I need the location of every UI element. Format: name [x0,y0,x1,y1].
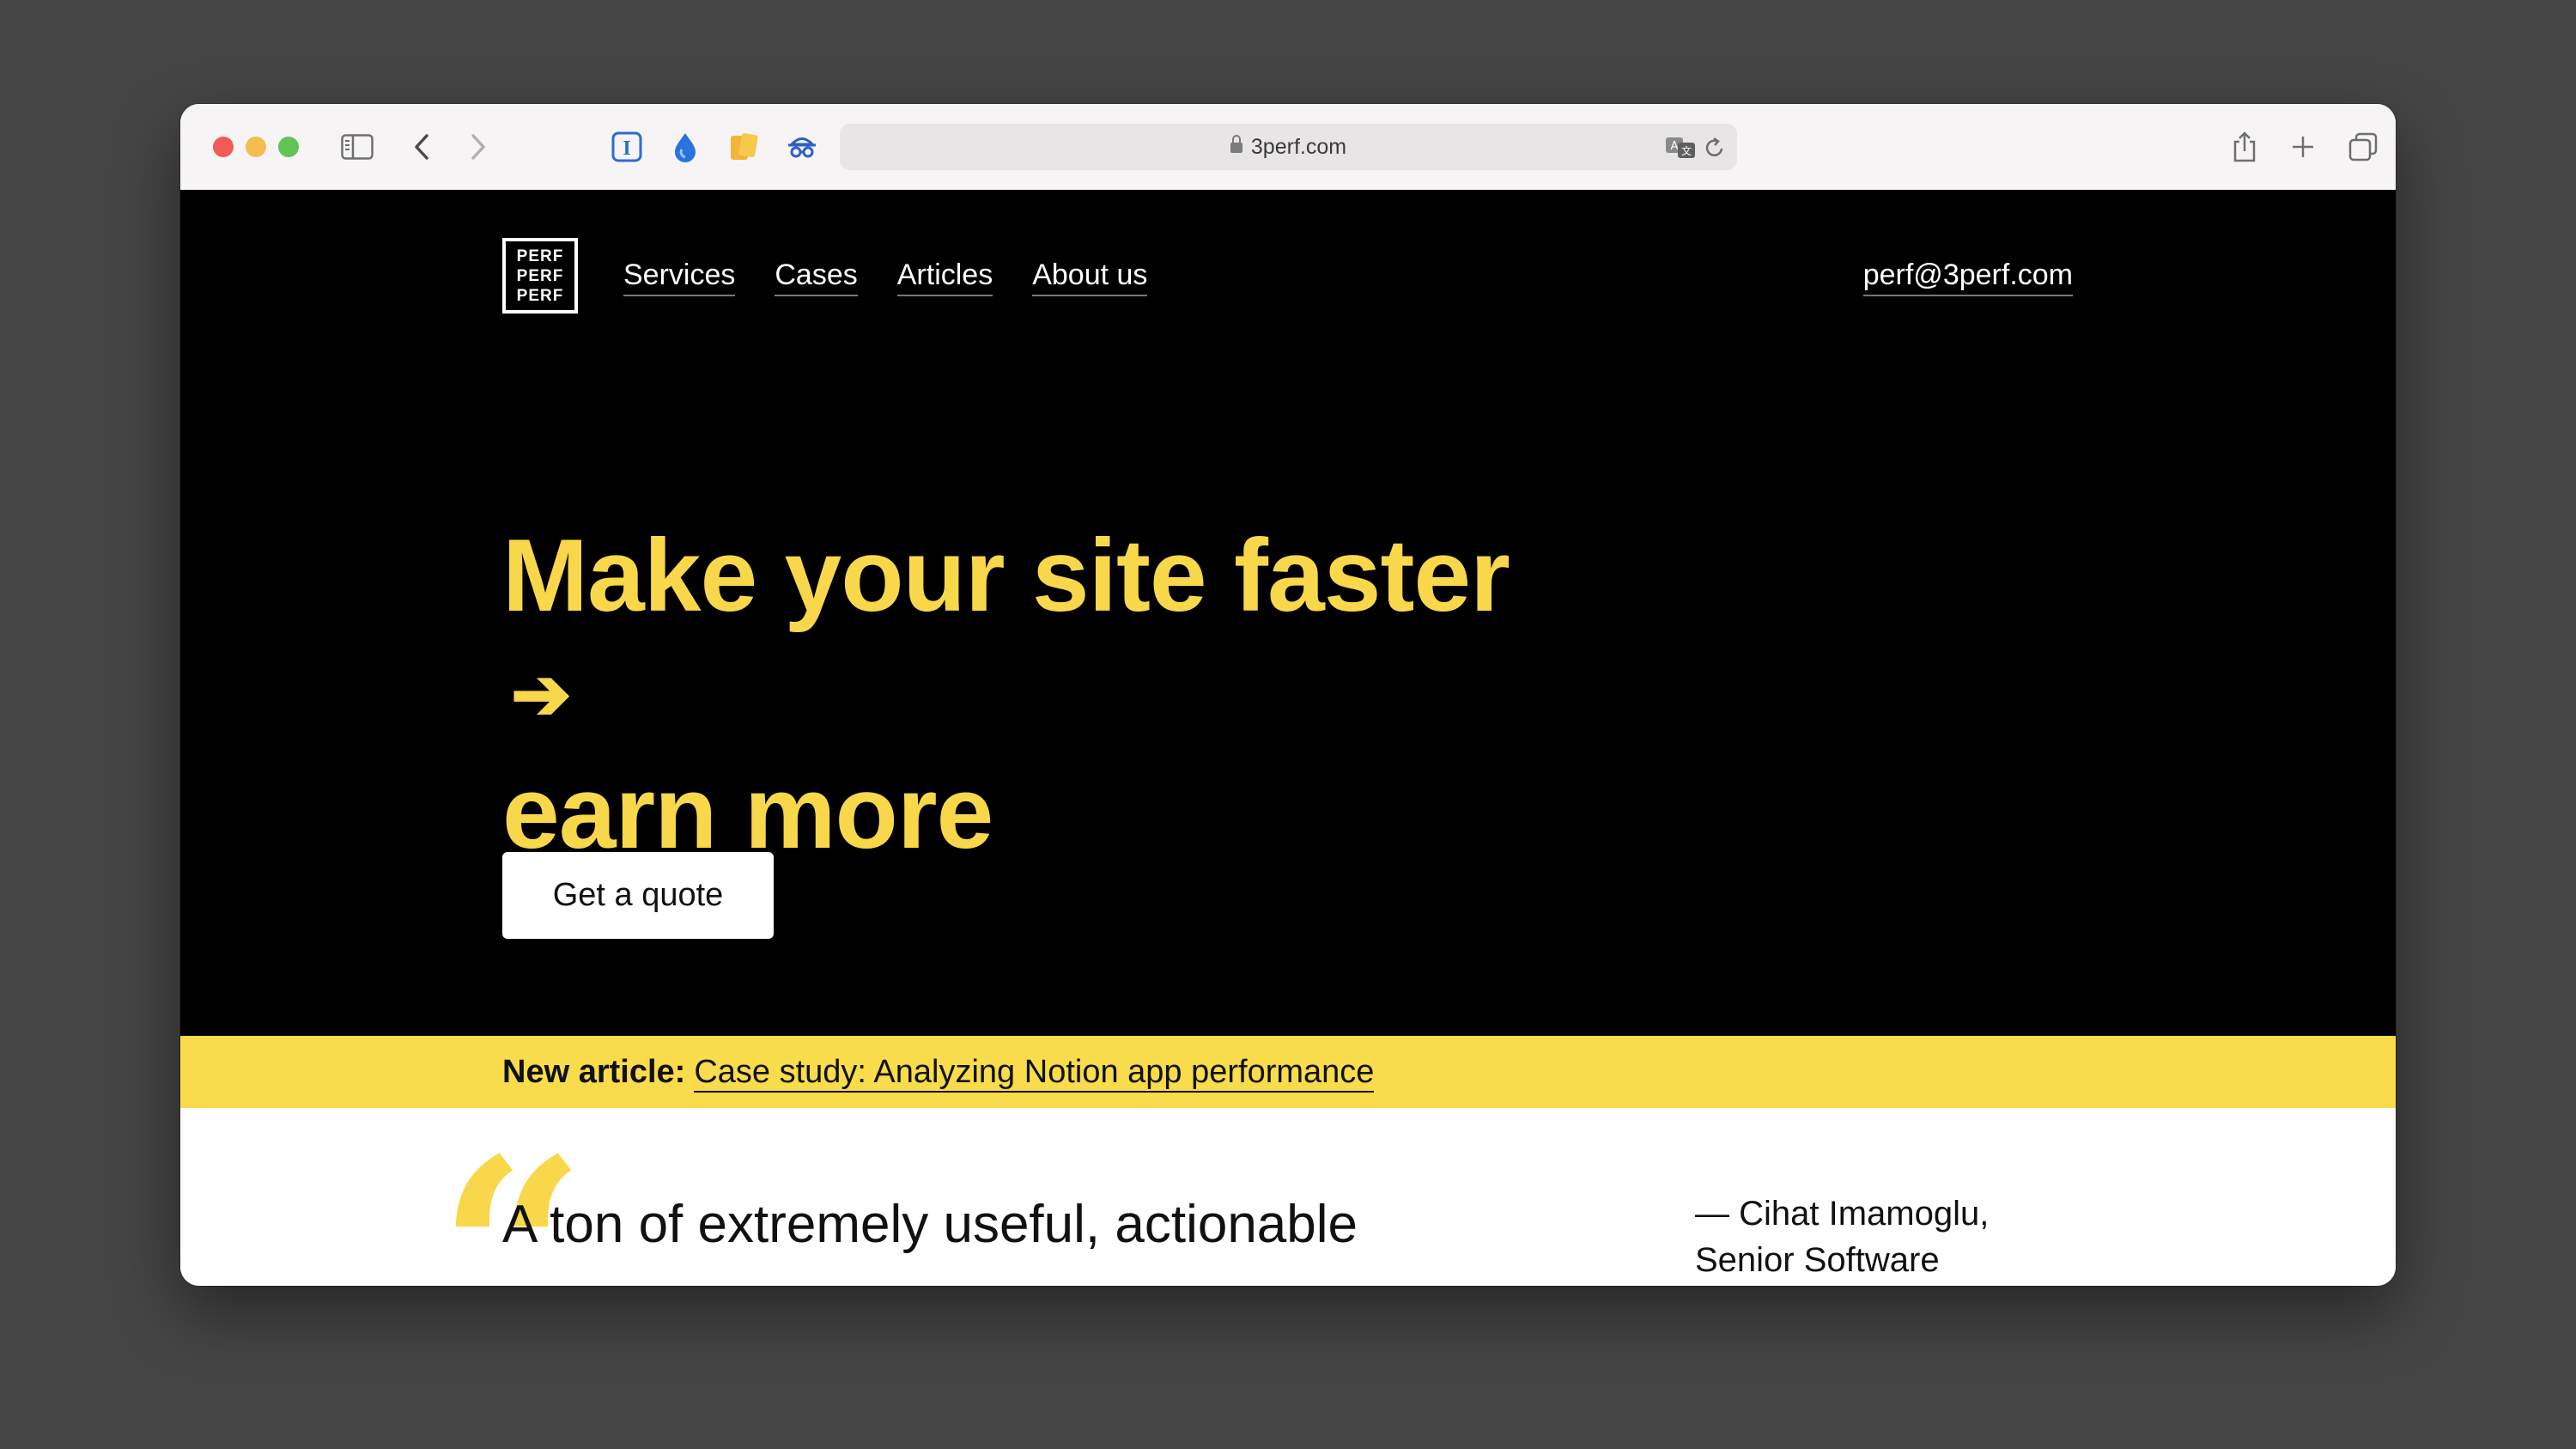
back-icon[interactable] [410,130,433,164]
logo-line: PERF [516,247,564,265]
banner-label: New article: [502,1054,686,1090]
main-nav: Services Cases Articles About us [623,257,1148,296]
lock-icon [1230,135,1242,154]
hero-section: PERF PERF PERF Services Cases Articles A… [180,190,2396,1036]
forward-icon[interactable] [467,130,489,164]
site-logo[interactable]: PERF PERF PERF [502,238,578,314]
minimize-window-button[interactable] [246,137,266,157]
web-page: PERF PERF PERF Services Cases Articles A… [180,190,2396,1286]
testimonial-section: “ A ton of extremely useful, actionable … [180,1108,2396,1286]
tabs-overview-icon[interactable] [2346,130,2380,164]
url-text: 3perf.com [1250,135,1347,159]
address-bar[interactable]: 3perf.com A文 [840,124,1737,170]
share-icon[interactable] [2229,130,2260,164]
new-article-banner: New article: Case study: Analyzing Notion… [180,1036,2396,1108]
svg-text:I: I [623,137,630,160]
svg-text:A: A [1671,140,1679,153]
attribution-role: Senior Software [1695,1241,1940,1279]
article-link[interactable]: Case study: Analyzing Notion app perform… [694,1054,1375,1093]
headline-line-1: Make your site faster [502,518,1510,633]
svg-text:文: 文 [1681,144,1692,157]
nav-about-us[interactable]: About us [1032,257,1148,296]
testimonial-text: A ton of extremely useful, actionable [502,1195,1358,1254]
testimonial-attribution: — Cihat Imamoglu, Senior Software [1695,1190,2090,1283]
browser-toolbar: I 3perf.com A文 [180,104,2396,191]
browser-window: I 3perf.com A文 PERF PERF PERF Services C… [180,104,2396,1286]
nav-articles[interactable]: Articles [896,257,993,296]
nav-services[interactable]: Services [623,257,736,296]
attribution-name: — Cihat Imamoglu, [1695,1195,1990,1233]
logo-line: PERF [516,286,564,305]
logo-line: PERF [516,266,564,285]
zoom-window-button[interactable] [278,137,299,157]
extension-drop-icon[interactable] [668,130,702,164]
get-a-quote-button[interactable]: Get a quote [502,852,774,939]
contact-email-link[interactable]: perf@3perf.com [1862,257,2073,296]
translate-icon[interactable]: A文 [1665,137,1696,163]
extension-notes-icon[interactable] [726,130,761,164]
arrow-right-icon: ➔ [511,654,571,734]
nav-cases[interactable]: Cases [775,257,858,296]
close-window-button[interactable] [213,137,234,157]
extension-i-icon[interactable]: I [610,130,644,164]
extension-spy-icon[interactable] [785,130,819,164]
reload-icon[interactable] [1704,137,1725,163]
sidebar-icon[interactable] [340,130,374,164]
new-tab-icon[interactable] [2287,130,2318,164]
hero-headline: Make your site faster ➔ earn more [502,516,1510,872]
